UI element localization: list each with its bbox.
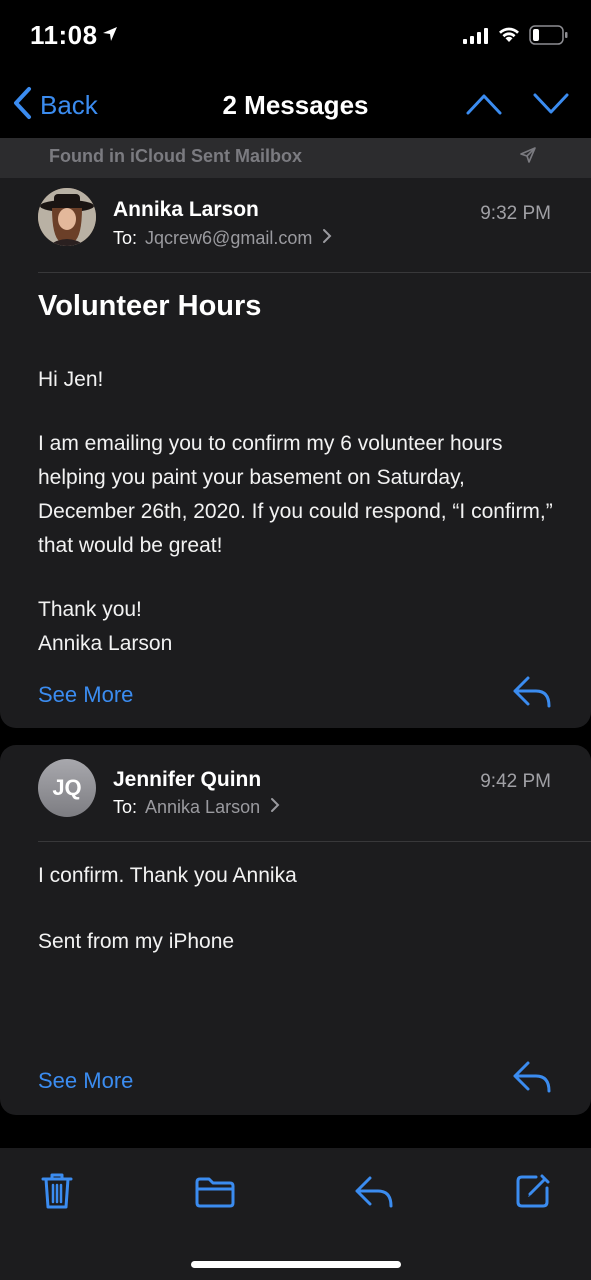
cellular-signal-icon xyxy=(463,28,489,49)
battery-icon xyxy=(529,25,569,50)
see-more-link[interactable]: See More xyxy=(38,682,133,708)
chevron-left-icon xyxy=(12,86,32,125)
mail-conversation-screen: 11:08 Back 2 Messages Found in iCloud Se… xyxy=(0,0,591,1280)
folder-icon[interactable] xyxy=(194,1176,236,1213)
body-paragraph: Thank you! xyxy=(38,598,142,621)
to-label: To: xyxy=(113,228,138,248)
body-paragraph: Hi Jen! xyxy=(38,368,104,391)
location-arrow-icon xyxy=(102,26,118,47)
found-in-label: Found in iCloud Sent Mailbox xyxy=(49,146,302,166)
to-label: To: xyxy=(113,797,138,817)
chevron-down-icon xyxy=(533,93,569,114)
recipient-line[interactable]: To: Jqcrew6@gmail.com xyxy=(113,228,332,249)
status-bar: 11:08 xyxy=(0,0,591,70)
navigation-bar: Back 2 Messages xyxy=(0,72,591,138)
wifi-icon xyxy=(497,25,521,48)
message-body: I confirm. Thank you Annika Sent from my… xyxy=(38,859,558,959)
compose-icon[interactable] xyxy=(514,1172,552,1215)
body-paragraph: Annika Larson xyxy=(38,632,173,655)
chevron-up-icon xyxy=(466,94,502,115)
paper-plane-icon xyxy=(519,146,537,169)
body-paragraph: I am emailing you to confirm my 6 volunt… xyxy=(38,432,553,557)
sender-name: Jennifer Quinn xyxy=(113,768,262,791)
sender-name: Annika Larson xyxy=(113,198,259,221)
reply-icon[interactable] xyxy=(354,1174,394,1215)
recipient-line[interactable]: To: Annika Larson xyxy=(113,797,280,818)
body-paragraph: Sent from my iPhone xyxy=(38,930,235,953)
chevron-right-icon xyxy=(322,228,332,249)
next-message-button[interactable] xyxy=(532,92,570,121)
message-card[interactable]: JQ Jennifer Quinn To: Annika Larson 9:42… xyxy=(0,745,591,1115)
chevron-right-icon xyxy=(270,797,280,818)
recipient-name: Annika Larson xyxy=(145,797,261,817)
message-card[interactable]: Found in iCloud Sent Mailbox Annika Lars… xyxy=(0,138,591,728)
message-time: 9:32 PM xyxy=(480,203,551,224)
see-more-link[interactable]: See More xyxy=(38,1068,133,1094)
avatar[interactable] xyxy=(38,188,96,246)
body-paragraph: I confirm. Thank you Annika xyxy=(38,864,297,887)
recipient-address: Jqcrew6@gmail.com xyxy=(145,228,313,248)
divider xyxy=(38,841,591,842)
found-in-mailbox-banner: Found in iCloud Sent Mailbox xyxy=(0,138,591,178)
status-time: 11:08 xyxy=(30,20,98,50)
back-button[interactable]: Back xyxy=(12,86,98,125)
reply-icon[interactable] xyxy=(512,1059,552,1100)
message-time: 9:42 PM xyxy=(480,771,551,792)
previous-message-button[interactable] xyxy=(465,92,503,121)
trash-icon[interactable] xyxy=(40,1172,74,1215)
divider xyxy=(38,272,591,273)
message-subject: Volunteer Hours xyxy=(38,290,262,322)
avatar[interactable]: JQ xyxy=(38,759,96,817)
home-indicator[interactable] xyxy=(191,1261,401,1268)
back-label: Back xyxy=(40,90,98,120)
reply-icon[interactable] xyxy=(512,674,552,715)
message-body: Hi Jen! I am emailing you to confirm my … xyxy=(38,363,558,661)
